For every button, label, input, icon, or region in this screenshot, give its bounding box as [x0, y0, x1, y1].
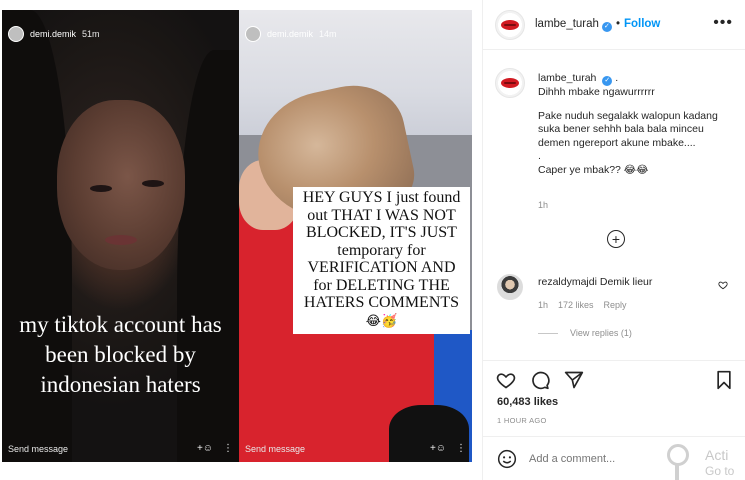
view-replies-button[interactable]: View replies (1)	[538, 328, 632, 338]
follow-button[interactable]: Follow	[624, 18, 660, 30]
activation-watermark: Acti Go to	[665, 442, 745, 480]
story-time: 14m	[319, 29, 337, 39]
caption-line-1: Dihhh mbake ngawurrrrrr	[538, 86, 655, 98]
story-footer: Send message +☺ ⋮	[8, 443, 233, 454]
add-friend-icon: +☺	[429, 443, 446, 454]
caption-avatar-row	[495, 68, 525, 98]
story-caption-emoji: 😂🥳	[365, 313, 398, 329]
post-media[interactable]: demi.demik 51m my tiktok account has bee…	[0, 0, 482, 480]
post-sidebar: lambe_turah ✓ • Follow ••• lambe_turah ✓ . …	[482, 0, 745, 480]
comment: rezaldymajdi Demik lieur	[538, 276, 652, 288]
avatar[interactable]	[497, 274, 523, 300]
avatar[interactable]	[495, 9, 525, 40]
heart-icon	[496, 373, 516, 389]
caption-line-4: Caper ye mbak?? 😂😂	[538, 163, 649, 176]
lips-logo-icon	[501, 78, 519, 88]
story-username: demi.demik	[30, 29, 77, 39]
story-screenshot-2: demi.demik 14m HEY GUYS I just found out…	[239, 10, 472, 462]
key-stem	[675, 464, 679, 480]
watermark-text: Acti	[705, 447, 729, 463]
story-caption: HEY GUYS I just found out THAT I WAS NOT…	[293, 187, 470, 334]
send-icon	[564, 371, 584, 389]
more-vertical-icon: ⋮	[223, 443, 233, 454]
caption-time: 1h	[538, 200, 549, 210]
view-replies-label: View replies (1)	[570, 328, 632, 338]
eye-left	[90, 185, 112, 192]
story-header: demi.demik 14m	[245, 26, 337, 42]
lips	[105, 235, 137, 245]
watermark-subtext: Go to	[705, 464, 735, 478]
bookmark-icon	[717, 370, 731, 390]
smiley-icon	[497, 449, 517, 468]
emoji-button[interactable]	[497, 449, 517, 469]
verified-icon: ✓	[602, 76, 613, 86]
caption-suffix: .	[615, 72, 619, 84]
like-button[interactable]	[495, 369, 517, 391]
story-avatar	[8, 26, 24, 42]
more-vertical-icon: ⋮	[456, 443, 466, 454]
post-caption: lambe_turah ✓ . Dihhh mbake ngawurrrrrr …	[538, 72, 733, 177]
caption-username[interactable]: lambe_turah	[538, 72, 596, 84]
story-screenshot-1: demi.demik 51m my tiktok account has bee…	[2, 10, 239, 462]
reply-button[interactable]: Reply	[604, 300, 627, 310]
separator: •	[615, 17, 620, 30]
story-username: demi.demik	[267, 29, 314, 39]
plus-icon: +	[611, 231, 621, 247]
key-icon	[667, 444, 689, 466]
more-options-button[interactable]: •••	[713, 14, 733, 32]
heart-icon	[718, 281, 728, 290]
comment-likes[interactable]: 172 likes	[558, 300, 594, 310]
lips-logo-icon	[501, 19, 519, 30]
comment-time: 1h	[538, 300, 549, 310]
post-time: 1 HOUR AGO	[497, 416, 547, 425]
story-avatar	[245, 26, 261, 42]
comment-username[interactable]: rezaldymajdi	[538, 276, 597, 288]
divider-line	[538, 332, 558, 334]
eye-right	[142, 180, 164, 187]
post-header: lambe_turah ✓ • Follow •••	[483, 0, 745, 50]
send-message-label: Send message	[8, 443, 69, 454]
comment-text: Demik lieur	[599, 276, 653, 288]
story-caption: my tiktok account has been blocked by in…	[19, 312, 222, 397]
comment-icon	[532, 371, 550, 390]
header-username[interactable]: lambe_turah ✓ • Follow	[535, 18, 660, 32]
comments-area: lambe_turah ✓ . Dihhh mbake ngawurrrrrr …	[483, 50, 745, 360]
likes-count[interactable]: 60,483 likes	[497, 396, 558, 408]
add-friend-icon: +☺	[196, 443, 213, 454]
comment-like-button[interactable]	[718, 280, 728, 293]
comment-button[interactable]	[529, 369, 551, 391]
send-message-label: Send message	[245, 443, 306, 454]
caption-line-3: .	[538, 150, 541, 162]
caption-line-2: Pake nuduh segalakk walopun kadang suka …	[538, 109, 718, 149]
load-more-comments-button[interactable]: +	[607, 230, 625, 248]
comment-meta: 1h 172 likes Reply	[538, 300, 627, 310]
comment-input[interactable]	[529, 452, 679, 465]
story-caption-text: HEY GUYS I just found out THAT I WAS NOT…	[302, 189, 461, 311]
story-time: 51m	[82, 29, 100, 39]
avatar[interactable]	[495, 68, 525, 98]
hair-right	[177, 50, 239, 462]
verified-icon: ✓	[601, 21, 612, 32]
save-button[interactable]	[713, 369, 735, 391]
story-footer: Send message +☺ ⋮	[245, 443, 466, 454]
share-button[interactable]	[563, 369, 585, 391]
story-header: demi.demik 51m	[8, 26, 100, 42]
